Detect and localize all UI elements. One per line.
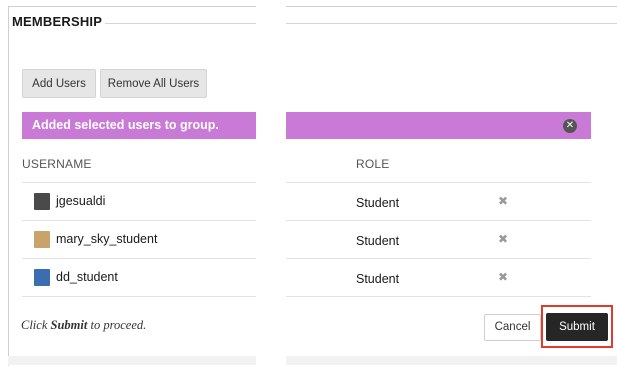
column-header-role[interactable]: ROLE [356, 157, 389, 171]
remove-user-icon[interactable]: ✖ [498, 232, 508, 246]
table-row: jgesualdi Student ✖ [22, 183, 591, 220]
proceed-instruction: Click Submit to proceed. [21, 318, 147, 332]
remove-all-users-button[interactable]: Remove All Users [100, 69, 207, 98]
footer-bar [8, 356, 617, 365]
torn-edge-divider [256, 0, 286, 365]
avatar [34, 269, 50, 286]
table-row: dd_student Student ✖ [22, 259, 591, 296]
cancel-button[interactable]: Cancel [484, 314, 541, 341]
username-cell: mary_sky_student [56, 232, 158, 246]
banner-message: Added selected users to group. [32, 118, 219, 132]
username-cell: dd_student [56, 270, 118, 284]
column-header-username[interactable]: USERNAME [22, 157, 92, 171]
avatar [34, 193, 50, 210]
username-cell: jgesualdi [56, 194, 106, 208]
avatar [34, 231, 50, 248]
success-banner: Added selected users to group. ✕ [22, 112, 591, 139]
row-divider [22, 296, 591, 297]
remove-user-icon[interactable]: ✖ [498, 194, 508, 208]
role-cell: Student [356, 272, 400, 286]
role-cell: Student [356, 196, 400, 210]
title-divider [105, 23, 617, 24]
remove-user-icon[interactable]: ✖ [498, 270, 508, 284]
close-icon[interactable]: ✕ [563, 119, 577, 133]
submit-button[interactable]: Submit [546, 313, 608, 341]
role-cell: Student [356, 234, 400, 248]
add-users-button[interactable]: Add Users [22, 69, 96, 98]
table-row: mary_sky_student Student ✖ [22, 221, 591, 258]
section-title: MEMBERSHIP [12, 14, 103, 29]
